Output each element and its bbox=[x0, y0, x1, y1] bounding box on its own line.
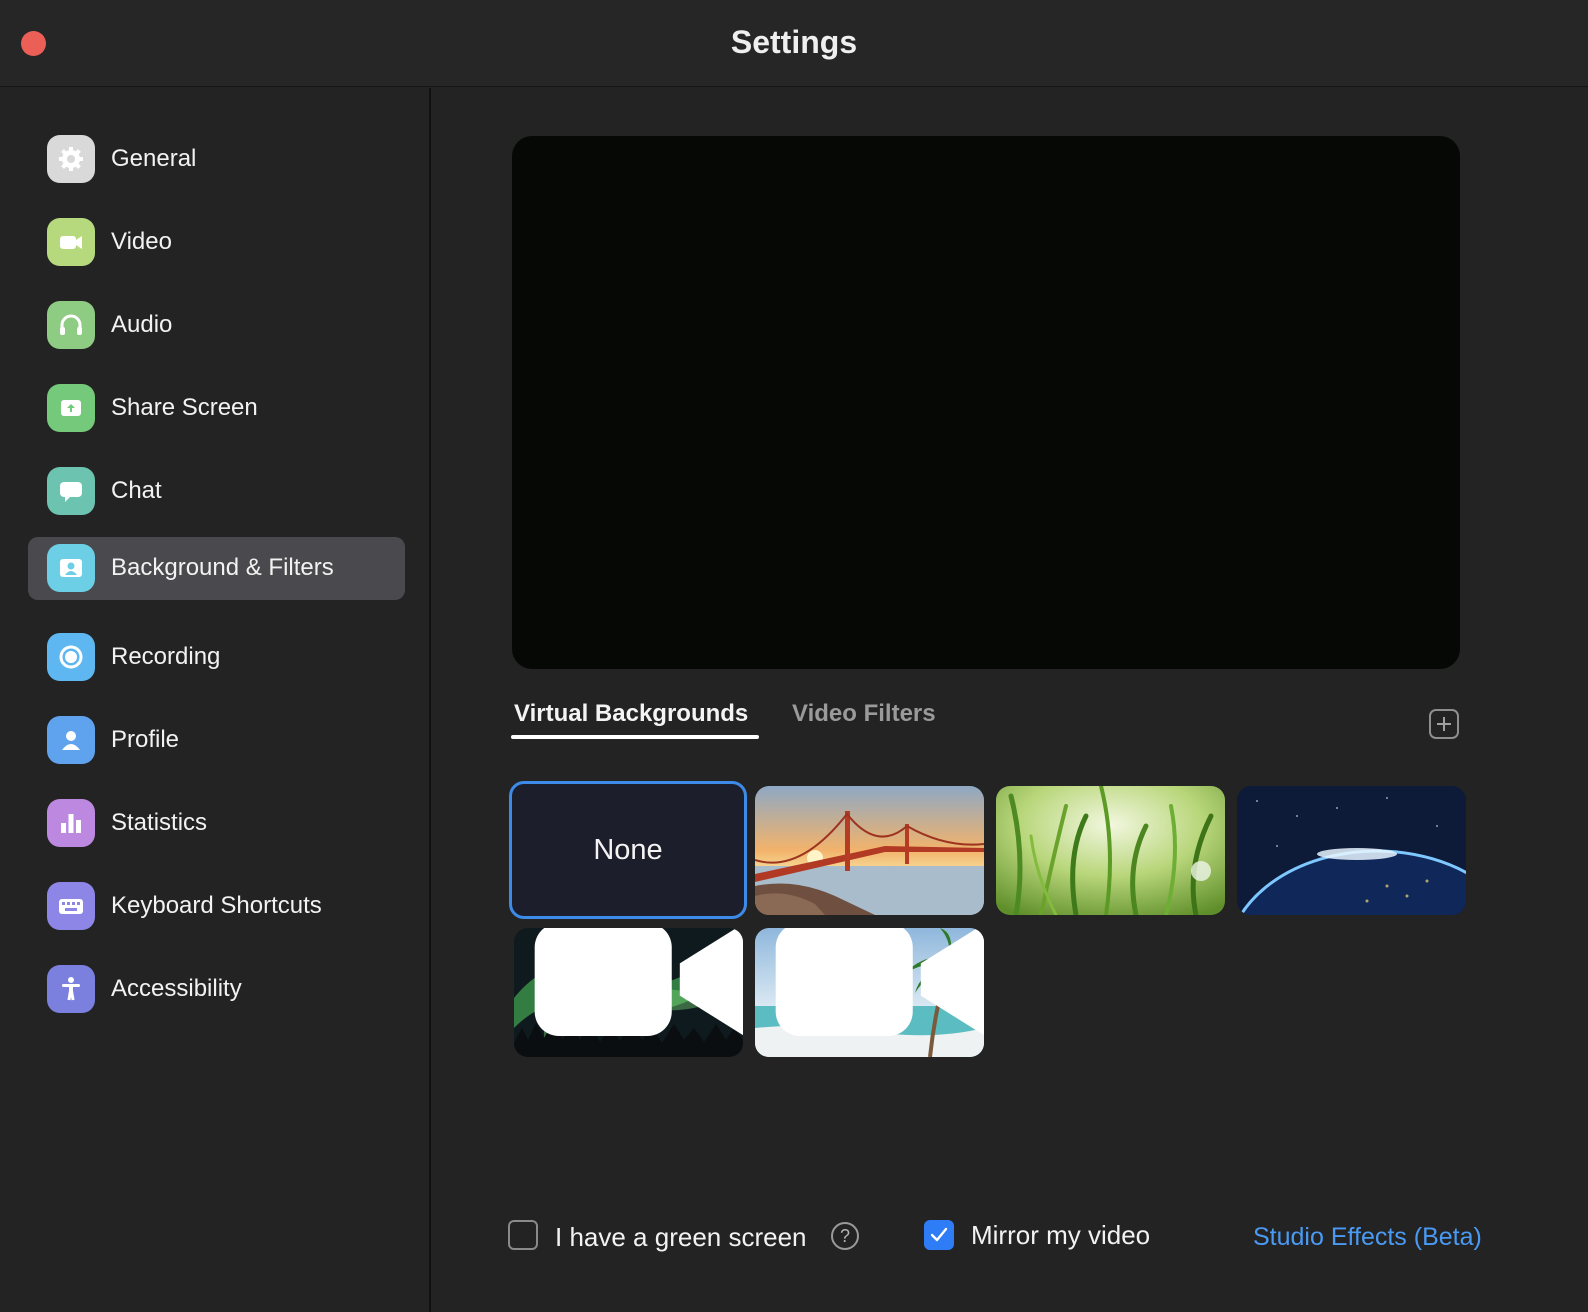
sidebar-item-share-screen[interactable]: Share Screen bbox=[28, 377, 405, 440]
keyboard-icon bbox=[47, 882, 95, 930]
sidebar-item-label: Video bbox=[111, 228, 172, 255]
title-bar: Settings bbox=[0, 0, 1588, 87]
record-icon bbox=[47, 633, 95, 681]
grass-image bbox=[996, 786, 1225, 915]
sidebar-item-profile[interactable]: Profile bbox=[28, 709, 405, 772]
background-golden-gate-tile[interactable] bbox=[755, 786, 984, 915]
green-screen-checkbox[interactable] bbox=[508, 1220, 538, 1250]
sidebar-item-label: Accessibility bbox=[111, 975, 242, 1002]
sidebar-item-recording[interactable]: Recording bbox=[28, 626, 405, 689]
studio-effects-link[interactable]: Studio Effects (Beta) bbox=[1253, 1223, 1482, 1252]
background-earth-tile[interactable] bbox=[1237, 786, 1466, 915]
sidebar-item-label: Audio bbox=[111, 311, 173, 338]
sidebar-item-keyboard-shortcuts[interactable]: Keyboard Shortcuts bbox=[28, 875, 405, 938]
sidebar-item-label: Keyboard Shortcuts bbox=[111, 892, 322, 919]
sidebar-item-label: Share Screen bbox=[111, 394, 258, 421]
tab-video-filters[interactable]: Video Filters bbox=[792, 700, 936, 728]
sidebar-item-chat[interactable]: Chat bbox=[28, 460, 405, 523]
sidebar-item-label: Statistics bbox=[111, 809, 208, 836]
sidebar-item-audio[interactable]: Audio bbox=[28, 294, 405, 357]
bar-chart-icon bbox=[47, 799, 95, 847]
chat-bubble-icon bbox=[47, 467, 95, 515]
gear-icon bbox=[47, 135, 95, 183]
golden-gate-image bbox=[755, 786, 984, 915]
headphones-icon bbox=[47, 301, 95, 349]
sidebar-item-statistics[interactable]: Statistics bbox=[28, 792, 405, 855]
background-aurora-tile[interactable] bbox=[514, 928, 743, 1057]
background-grass-tile[interactable] bbox=[996, 786, 1225, 915]
checkmark-icon bbox=[930, 1227, 948, 1242]
settings-sidebar: General Video Audio Share Screen Chat Ba… bbox=[0, 88, 431, 1312]
sidebar-item-video[interactable]: Video bbox=[28, 211, 405, 274]
selected-tab-indicator bbox=[511, 735, 759, 739]
sidebar-item-label: Background & Filters bbox=[111, 554, 334, 581]
window-title: Settings bbox=[730, 24, 858, 60]
sidebar-item-label: General bbox=[111, 145, 197, 172]
video-camera-icon bbox=[47, 218, 95, 266]
sidebar-item-general[interactable]: General bbox=[28, 128, 405, 191]
background-none-label: None bbox=[593, 833, 663, 866]
video-camera-icon bbox=[775, 928, 984, 1036]
sidebar-item-label: Chat bbox=[111, 477, 162, 504]
sidebar-item-accessibility[interactable]: Accessibility bbox=[28, 958, 405, 1021]
profile-icon bbox=[47, 716, 95, 764]
mirror-video-label: Mirror my video bbox=[971, 1220, 1151, 1250]
background-filters-panel: Virtual Backgrounds Video Filters None I… bbox=[433, 88, 1588, 1312]
plus-icon bbox=[1437, 717, 1451, 731]
add-background-button[interactable] bbox=[1429, 709, 1459, 739]
share-screen-icon bbox=[47, 384, 95, 432]
green-screen-label: I have a green screen bbox=[555, 1222, 807, 1252]
mirror-video-checkbox[interactable] bbox=[924, 1220, 954, 1250]
background-person-icon bbox=[47, 544, 95, 592]
sidebar-item-label: Recording bbox=[111, 643, 221, 670]
background-none-tile[interactable]: None bbox=[509, 781, 747, 919]
sidebar-item-background-filters[interactable]: Background & Filters bbox=[28, 537, 405, 600]
tab-virtual-backgrounds[interactable]: Virtual Backgrounds bbox=[514, 700, 748, 728]
accessibility-icon bbox=[47, 965, 95, 1013]
video-camera-icon bbox=[534, 928, 743, 1036]
video-preview bbox=[512, 136, 1460, 669]
background-beach-tile[interactable] bbox=[755, 928, 984, 1057]
help-icon[interactable]: ? bbox=[831, 1222, 859, 1250]
sidebar-item-label: Profile bbox=[111, 726, 180, 753]
earth-image bbox=[1237, 786, 1466, 915]
